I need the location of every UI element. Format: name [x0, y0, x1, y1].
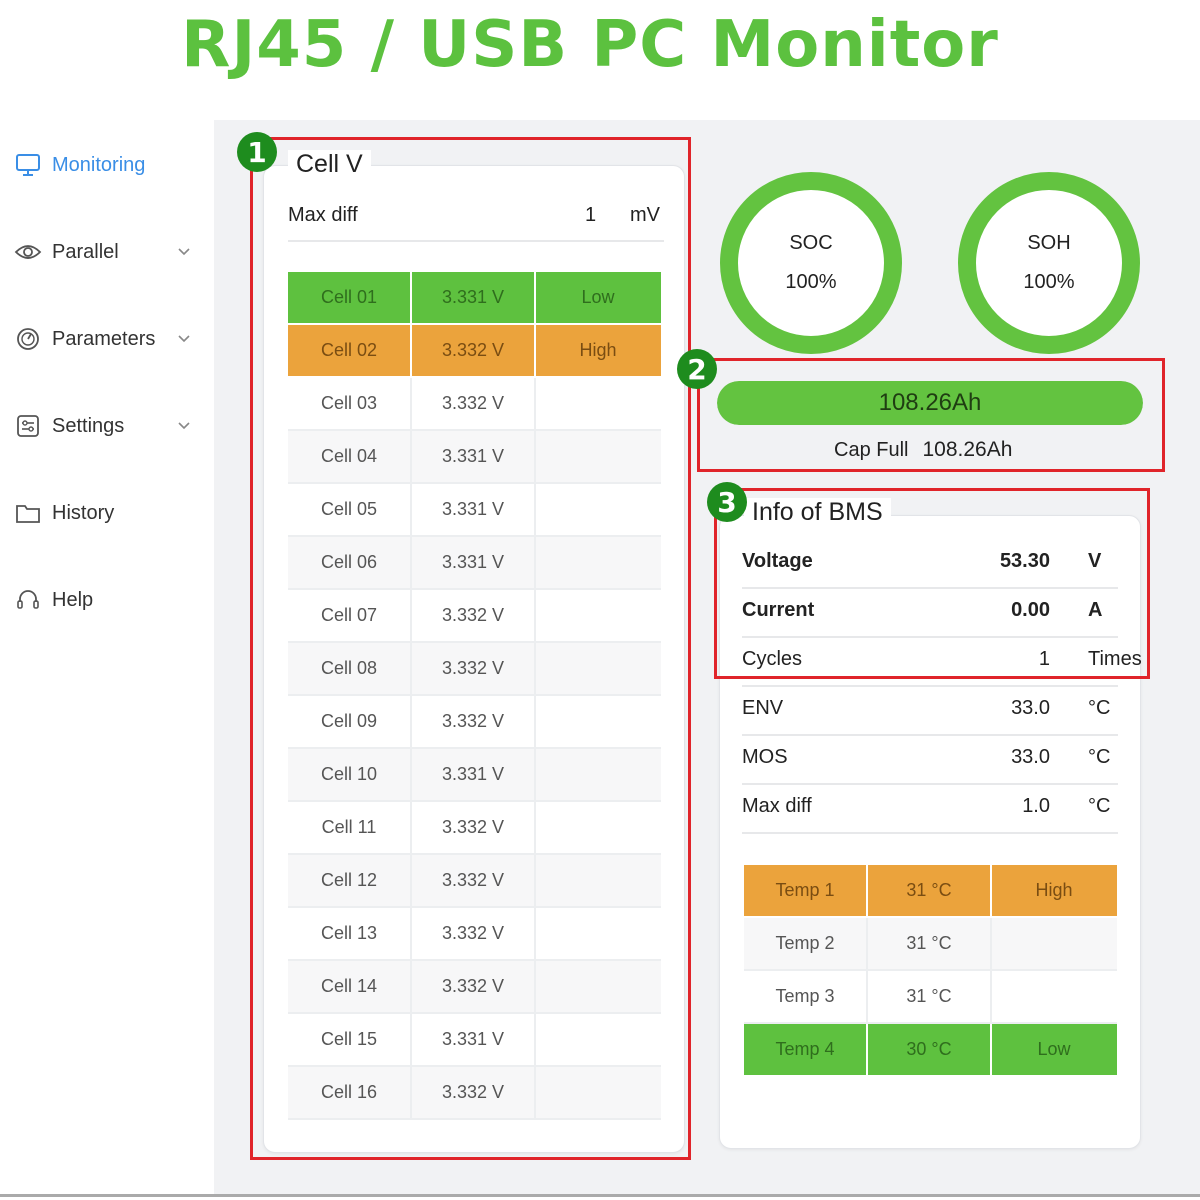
folder-icon — [14, 500, 42, 526]
temp-value: 31 °C — [868, 918, 992, 969]
temp-flag — [992, 971, 1116, 1022]
temp-flag: Low — [1037, 1039, 1071, 1059]
table-row: Temp 1 31 °C High — [744, 865, 1117, 918]
annotation-badge-1: 1 — [237, 132, 277, 172]
bms-key: MOS — [742, 746, 788, 768]
sidebar-item-parallel[interactable]: Parallel — [14, 232, 194, 272]
chevron-down-icon[interactable] — [174, 242, 194, 262]
bms-value: 33.0 — [1011, 697, 1050, 719]
temp-name: Temp 1 — [744, 865, 868, 916]
annotation-box-1 — [250, 137, 691, 1160]
temp-value: 30 °C — [868, 1024, 992, 1075]
sidebar-item-label: Help — [52, 588, 94, 611]
headline: RJ45 / USB PC Monitor — [181, 8, 999, 82]
bms-key: ENV — [742, 697, 784, 719]
soh-label: SOH — [1027, 232, 1071, 254]
sidebar-item-label: Monitoring — [52, 153, 146, 176]
chevron-down-icon[interactable] — [174, 329, 194, 349]
annotation-badge-3: 3 — [707, 482, 747, 522]
chevron-down-icon[interactable] — [174, 416, 194, 436]
temp-name: Temp 3 — [744, 971, 868, 1022]
eye-icon — [14, 239, 42, 265]
soh-value: 100% — [1023, 271, 1075, 293]
sidebar-item-label: Parallel — [52, 240, 119, 263]
temp-name: Temp 4 — [744, 1024, 868, 1075]
bms-info-row: Max diff 1.0 °C — [742, 785, 1118, 834]
table-row: Temp 4 30 °C Low — [744, 1024, 1117, 1077]
sidebar: Monitoring Parallel Parameters Settings — [0, 120, 212, 1200]
temp-name: Temp 2 — [744, 918, 868, 969]
bms-unit: °C — [1088, 795, 1111, 817]
sidebar-item-parameters[interactable]: Parameters — [14, 319, 194, 359]
soc-label: SOC — [789, 232, 833, 254]
sliders-icon — [14, 413, 42, 439]
monitor-icon — [14, 152, 42, 178]
annotation-box-3 — [714, 488, 1150, 679]
bms-value: 1.0 — [1022, 795, 1050, 817]
sidebar-item-label: History — [52, 501, 115, 524]
gauge-icon — [14, 326, 42, 352]
sidebar-item-label: Settings — [52, 414, 125, 437]
table-row: Temp 2 31 °C — [744, 918, 1117, 971]
temperature-table: Temp 1 31 °C High Temp 2 31 °C Temp 3 31 °C Tem… — [744, 865, 1117, 1077]
sidebar-item-label: Parameters — [52, 327, 156, 350]
sidebar-item-history[interactable]: History — [14, 493, 194, 533]
bms-unit: °C — [1088, 697, 1111, 719]
temp-flag: High — [1035, 880, 1073, 900]
soc-value: 100% — [785, 271, 837, 293]
sidebar-item-monitoring[interactable]: Monitoring — [14, 145, 194, 185]
temp-flag — [992, 918, 1116, 969]
bms-value: 33.0 — [1011, 746, 1050, 768]
bms-info-row: ENV 33.0 °C — [742, 687, 1118, 736]
table-row: Temp 3 31 °C — [744, 971, 1117, 1024]
soc-gauge: SOC 100% — [720, 172, 902, 354]
bms-info-row: MOS 33.0 °C — [742, 736, 1118, 785]
bms-key: Max diff — [742, 795, 812, 817]
bms-unit: °C — [1088, 746, 1111, 768]
annotation-badge-2: 2 — [677, 349, 717, 389]
annotation-box-2 — [697, 358, 1165, 472]
soh-gauge: SOH 100% — [958, 172, 1140, 354]
temp-value: 31 °C — [868, 865, 992, 916]
temp-value: 31 °C — [868, 971, 992, 1022]
sidebar-item-settings[interactable]: Settings — [14, 406, 194, 446]
headset-icon — [14, 587, 42, 613]
divider — [0, 1194, 1200, 1197]
sidebar-item-help[interactable]: Help — [14, 580, 194, 620]
